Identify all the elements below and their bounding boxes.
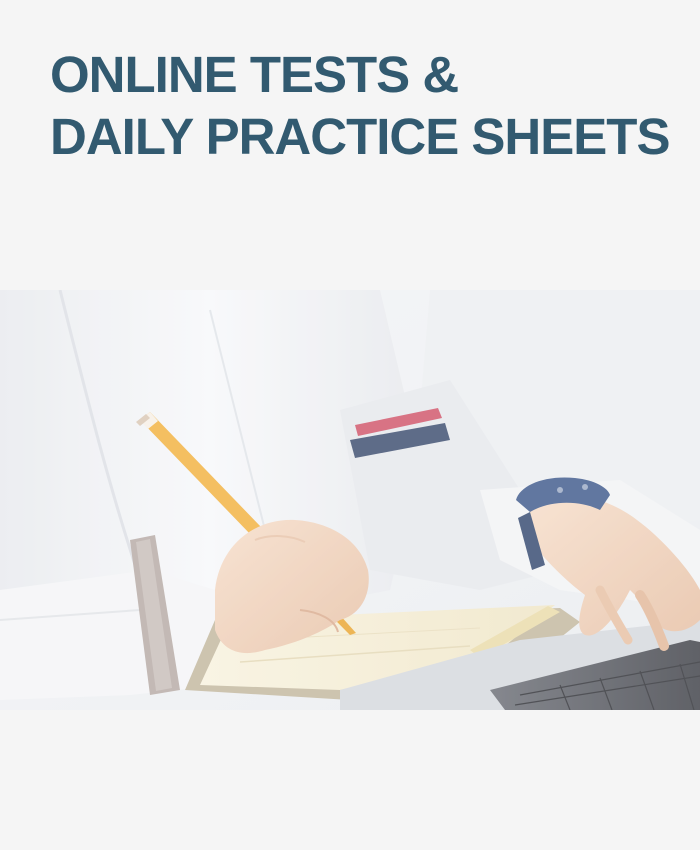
page-title: ONLINE TESTS & DAILY PRACTICE SHEETS (50, 44, 670, 168)
study-photo (0, 290, 700, 710)
page-title-line-1: ONLINE TESTS & (50, 46, 459, 103)
page-canvas: ONLINE TESTS & DAILY PRACTICE SHEETS (0, 0, 700, 850)
page-title-line-2: DAILY PRACTICE SHEETS (50, 108, 670, 166)
